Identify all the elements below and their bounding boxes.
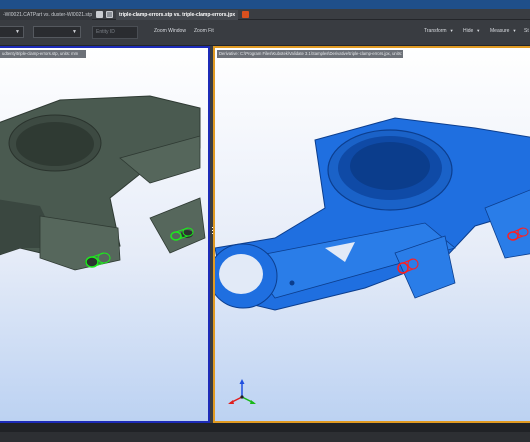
tab-triple-clamp-comparison[interactable]: triple-clamp-errors.stp vs. triple-clamp… — [116, 10, 238, 20]
overflow-menu-button[interactable]: St — [524, 28, 529, 34]
triple-clamp-model-derivative — [215, 117, 530, 311]
transform-label: Transform — [424, 28, 447, 34]
chevron-down-icon: ▼ — [512, 28, 517, 33]
entity-id-input[interactable]: Entity ID — [92, 26, 138, 39]
chevron-down-icon: ▼ — [72, 29, 77, 35]
part-lug-right — [149, 197, 206, 254]
triple-clamp-model-original — [0, 95, 206, 271]
tab-label: -WI0021.CATPart vs. duster-WI0021.stp — [3, 12, 93, 18]
derivative-model-viewport[interactable]: Derivative: C:\Program Files\Kubotek\Val… — [213, 46, 530, 423]
clamp-bore-shadow — [350, 142, 430, 190]
status-bar — [0, 423, 530, 442]
measure-label: Measure — [490, 28, 510, 34]
tab-catpart-comparison[interactable]: -WI0021.CATPart vs. duster-WI0021.stp — [0, 10, 92, 20]
close-tab-icon[interactable] — [242, 11, 249, 18]
derivative-model-path-label: Derivative: C:\Program Files\Kubotek\Val… — [217, 50, 403, 58]
tab-label: triple-clamp-errors.stp vs. triple-clamp… — [119, 12, 236, 18]
view-toolbar: ▼ ▼ Entity ID Zoom Window Zoom Fit Trans… — [0, 20, 530, 46]
derivative-model-canvas[interactable] — [215, 48, 530, 423]
original-model-viewport[interactable]: udtenty\triple-clamp-errors.stp, units: … — [0, 46, 210, 423]
partial-ring-left-hole — [219, 254, 263, 294]
document-tab-bar: -WI0021.CATPart vs. duster-WI0021.stp tr… — [0, 9, 530, 20]
display-style-dropdown[interactable]: ▼ — [33, 26, 81, 38]
view-mode-dropdown[interactable]: ▼ — [0, 26, 24, 38]
title-bar — [0, 0, 530, 9]
hide-label: Hide — [463, 28, 474, 34]
hide-menu-button[interactable]: Hide ▼ — [463, 28, 480, 34]
transform-menu-button[interactable]: Transform ▼ — [424, 28, 454, 34]
axis-triad-icon — [228, 379, 256, 404]
chevron-down-icon: ▼ — [476, 28, 481, 33]
chevron-down-icon: ▼ — [15, 29, 20, 35]
zoom-window-button[interactable]: Zoom Window — [154, 28, 186, 34]
original-model-canvas[interactable] — [0, 48, 208, 423]
document-icon[interactable] — [96, 11, 103, 18]
chevron-down-icon: ▼ — [449, 28, 454, 33]
bolt-hole — [289, 280, 295, 286]
clamp-bore-inner — [16, 122, 94, 166]
measure-menu-button[interactable]: Measure ▼ — [490, 28, 516, 34]
window-icon[interactable] — [106, 11, 113, 18]
zoom-fit-button[interactable]: Zoom Fit — [194, 28, 214, 34]
original-model-path-label: udtenty\triple-clamp-errors.stp, units: … — [0, 50, 86, 58]
